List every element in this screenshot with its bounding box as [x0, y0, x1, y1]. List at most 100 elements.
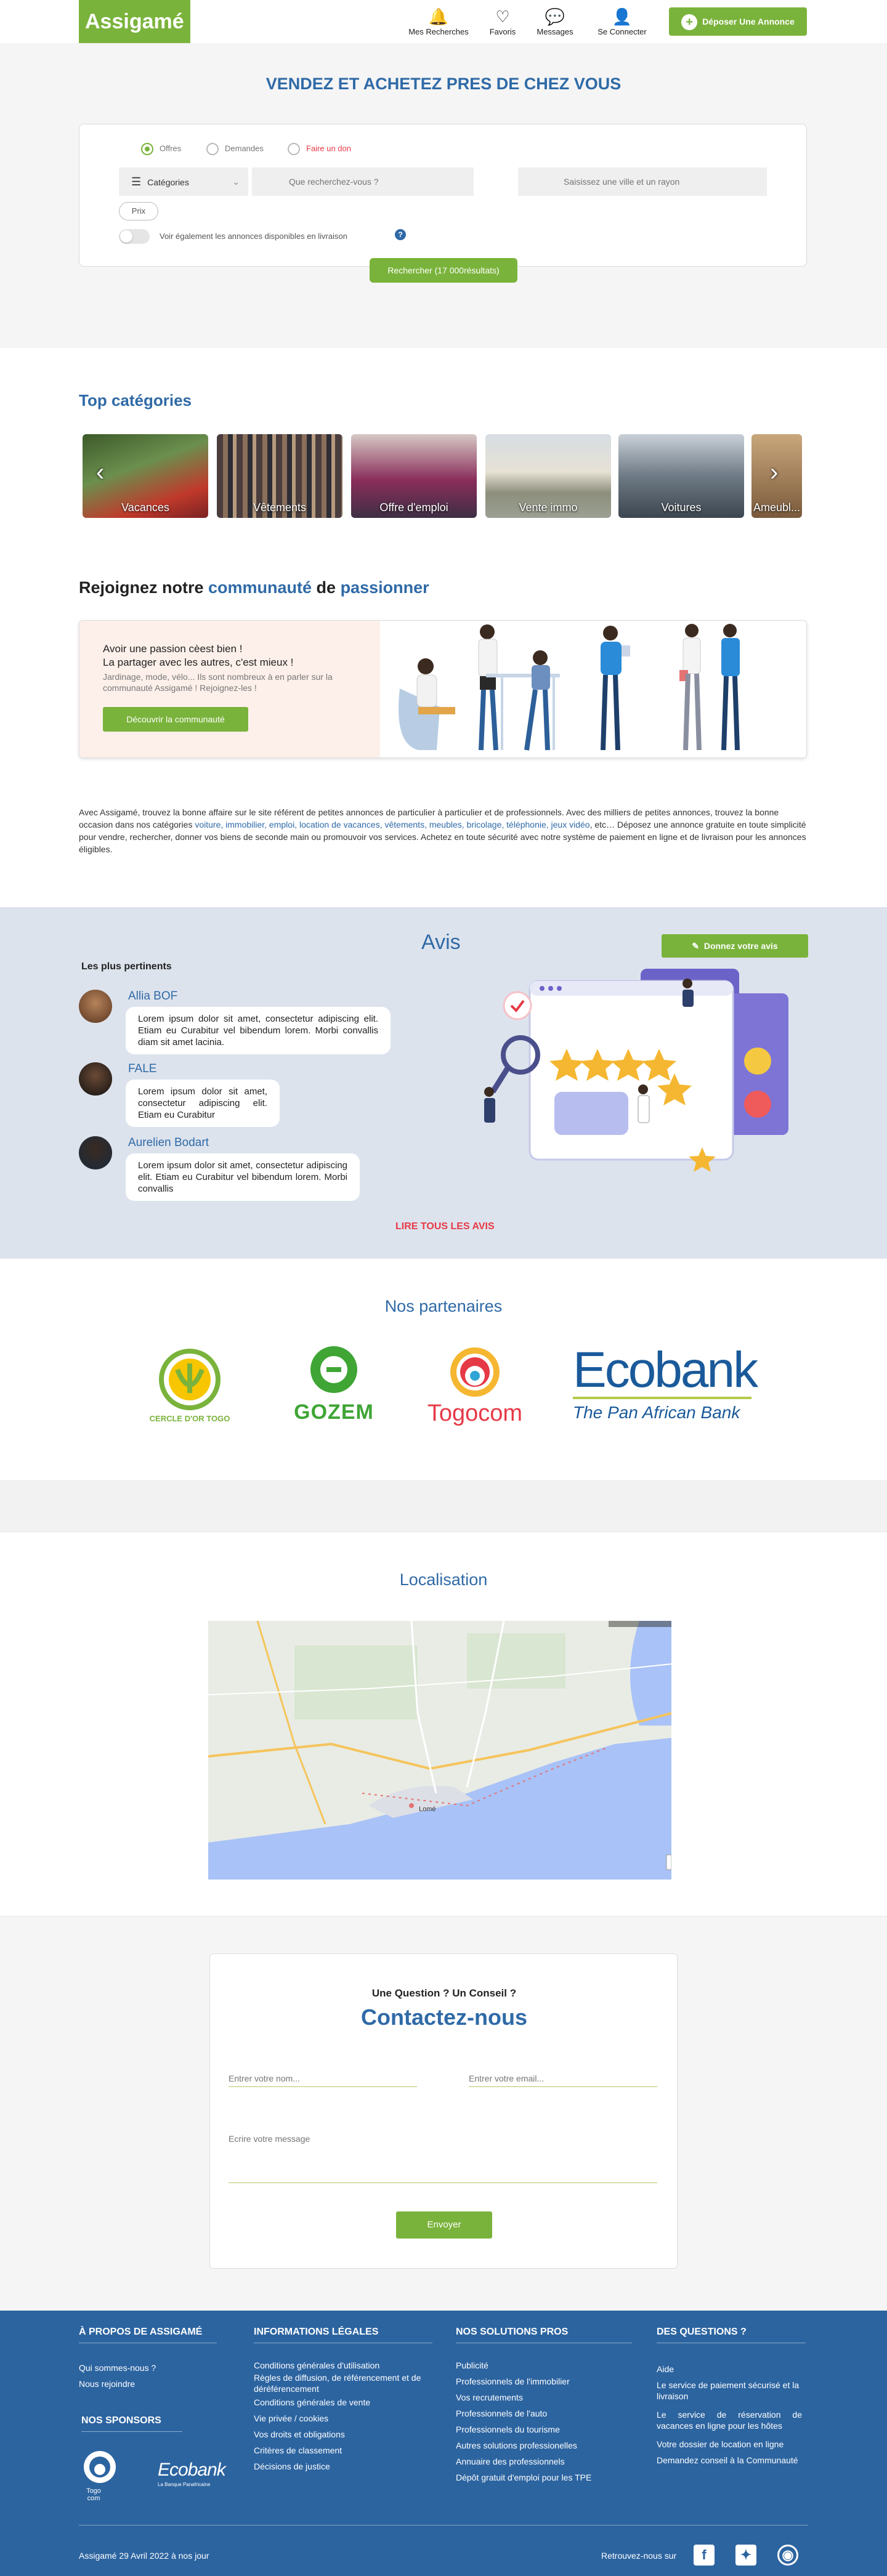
footer-link[interactable]: Annuaire des professionnels [456, 2456, 565, 2467]
chevron-left-icon[interactable]: ‹ [96, 459, 104, 487]
twitter-icon[interactable]: ✦ [735, 2545, 756, 2566]
give-review-label: Donnez votre avis [703, 941, 778, 951]
review-text: Lorem ipsum dolor sit amet, consectetur … [126, 1080, 280, 1127]
radio-button[interactable] [288, 143, 300, 155]
footer-link[interactable]: Le service de paiement sécurisé et la li… [657, 2380, 802, 2402]
footer-link[interactable]: Vos recrutements [456, 2392, 523, 2403]
give-review-button[interactable]: ✎ Donnez votre avis [662, 934, 808, 958]
radio-button[interactable] [141, 143, 153, 155]
contact-subtitle: Une Question ? Un Conseil ? [371, 1987, 517, 1999]
community-line3: Jardinage, mode, vélo... Ils sont nombre… [103, 672, 333, 693]
help-icon[interactable]: ? [395, 229, 406, 240]
copyright: Assigamé 29 Avril 2022 à nos jour [79, 2551, 209, 2561]
price-filter[interactable]: Prix [119, 202, 158, 220]
instagram-icon[interactable]: ◉ [777, 2545, 798, 2566]
search-section: VENDEZ ET ACHETEZ PRES DE CHEZ VOUS Offr… [0, 45, 887, 348]
partner-name: GOZEM [294, 1400, 374, 1424]
delivery-toggle-label: Voir également les annonces disponibles … [160, 232, 347, 241]
footer-link[interactable]: Professionnels du tourisme [456, 2424, 560, 2435]
category-label: Ameubl... [753, 501, 801, 514]
partners-title: Nos partenaires [384, 1297, 503, 1315]
partner-logo-ecobank[interactable]: Ecobank The Pan African Bank [573, 1345, 758, 1423]
footer-link[interactable]: Autres solutions professionelles [456, 2440, 577, 2451]
post-ad-button[interactable]: + Déposer Une Annonce [669, 7, 807, 36]
category-label: Offre d'emploi [379, 501, 448, 514]
partner-logo-togocom[interactable]: Togocom [423, 1345, 527, 1434]
category-label: Vêtements [253, 501, 307, 514]
partner-logo-gozem[interactable]: GOZEM [285, 1345, 383, 1434]
footer-link[interactable]: Règles de diffusion, de référencement et… [254, 2372, 439, 2394]
name-field[interactable] [229, 2070, 417, 2087]
footer-heading: NOS SOLUTIONS PROS [456, 2327, 632, 2343]
bell-icon: 🔔 [428, 7, 449, 26]
radio-button[interactable] [206, 143, 219, 155]
map-embed[interactable]: Lomé [208, 1621, 671, 1880]
site-logo[interactable]: Assigamé [79, 0, 190, 43]
radio-label: Faire un don [306, 143, 351, 153]
footer-link[interactable]: Conditions générales d'utilisation [254, 2360, 439, 2371]
search-button[interactable]: Rechercher (17 000résultats) [370, 258, 517, 283]
nav-favorites[interactable]: ♡ Favoris [483, 9, 522, 36]
footer-link[interactable]: Décisions de justice [254, 2461, 439, 2472]
chevron-right-icon[interactable]: › [770, 459, 778, 487]
facebook-icon[interactable]: f [694, 2545, 715, 2566]
footer-link[interactable]: Professionnels de l'auto [456, 2408, 547, 2419]
delivery-toggle[interactable] [119, 229, 150, 244]
footer-link[interactable]: Votre dossier de location en ligne [657, 2439, 802, 2450]
radio-don[interactable]: Faire un don [288, 143, 351, 155]
chat-icon: 💬 [545, 7, 565, 26]
footer-link[interactable]: Professionnels de l'immobilier [456, 2376, 570, 2387]
footer-link[interactable]: Le service de réservation de vacances en… [657, 2409, 802, 2431]
footer-link[interactable]: Dépôt gratuit d'emploi pour les TPE [456, 2472, 591, 2483]
footer-link[interactable]: Aide [657, 2364, 802, 2375]
city-input[interactable] [518, 168, 767, 196]
nav-my-searches[interactable]: 🔔 Mes Recherches [407, 9, 471, 36]
radio-label: Offres [160, 143, 182, 153]
radio-demandes[interactable]: Demandes [206, 143, 264, 155]
footer-link[interactable]: Qui sommes-nous ? [79, 2362, 156, 2373]
send-button[interactable]: Envoyer [396, 2211, 492, 2239]
footer-link[interactable]: Conditions générales de vente [254, 2397, 439, 2408]
location-section: Localisation Lomé [0, 1532, 887, 1916]
footer-link[interactable]: Vie privée / cookies [254, 2413, 439, 2424]
footer-link[interactable]: Demandez conseil à la Communauté [657, 2455, 802, 2466]
nav-label: Se Connecter [597, 27, 647, 36]
category-card-voitures[interactable]: Voitures [618, 434, 744, 518]
email-field[interactable] [469, 2070, 657, 2087]
search-input[interactable] [252, 168, 474, 196]
footer-link[interactable]: Vos droits et obligations [254, 2429, 439, 2440]
top-categories-section: Top catégories Vacances Vêtements Offre … [0, 348, 887, 545]
chevron-down-icon: ⌄ [232, 177, 240, 187]
category-card-immo[interactable]: Vente immo [485, 434, 611, 518]
community-card: Avoir une passion cèest bien ! La partag… [79, 620, 807, 758]
category-select[interactable]: ☰ Catégories ⌄ [119, 168, 248, 196]
reviews-section: Avis ✎ Donnez votre avis Les plus pertin… [0, 907, 887, 1258]
category-label: Vacances [121, 501, 169, 514]
sponsor-name: Togo com [86, 2487, 101, 2502]
footer-link[interactable]: Nous rejoindre [79, 2378, 135, 2389]
footer-heading: NOS SPONSORS [81, 2415, 182, 2432]
footer-link[interactable]: Publicité [456, 2360, 488, 2371]
category-links[interactable]: voiture, immobilier, emploi, location de… [195, 820, 589, 830]
nav-messages[interactable]: 💬 Messages [533, 9, 577, 36]
community-illustration [381, 621, 806, 757]
category-card-vetements[interactable]: Vêtements [217, 434, 342, 518]
nav-login[interactable]: 👤 Se Connecter [591, 9, 653, 36]
contact-title: Contactez-nous [361, 2005, 527, 2030]
community-line1: Avoir une passion cèest bien ! [103, 643, 243, 655]
togocom-sponsor-logo[interactable]: Togo com [81, 2450, 118, 2502]
list-icon: ☰ [131, 176, 142, 188]
discover-community-button[interactable]: Découvrir la communauté [103, 707, 248, 732]
category-card-emploi[interactable]: Offre d'emploi [351, 434, 477, 518]
reviewer-name: FALE [128, 1062, 157, 1075]
message-field[interactable] [229, 2134, 657, 2183]
radio-label: Demandes [225, 143, 264, 153]
togocom-logo-icon [84, 2451, 116, 2483]
footer-divider [79, 2525, 808, 2526]
ecobank-sponsor-logo[interactable]: Ecobank La Banque Panafricaine [158, 2460, 226, 2487]
partners-section: Nos partenaires CERCLE D'OR TOGO GOZEM T… [0, 1258, 887, 1480]
radio-offres[interactable]: Offres [141, 143, 181, 155]
partner-logo-cercle-dor[interactable]: CERCLE D'OR TOGO [134, 1345, 245, 1434]
read-all-reviews-link[interactable]: LIRE TOUS LES AVIS [395, 1221, 495, 1232]
footer-link[interactable]: Critères de classement [254, 2445, 439, 2456]
